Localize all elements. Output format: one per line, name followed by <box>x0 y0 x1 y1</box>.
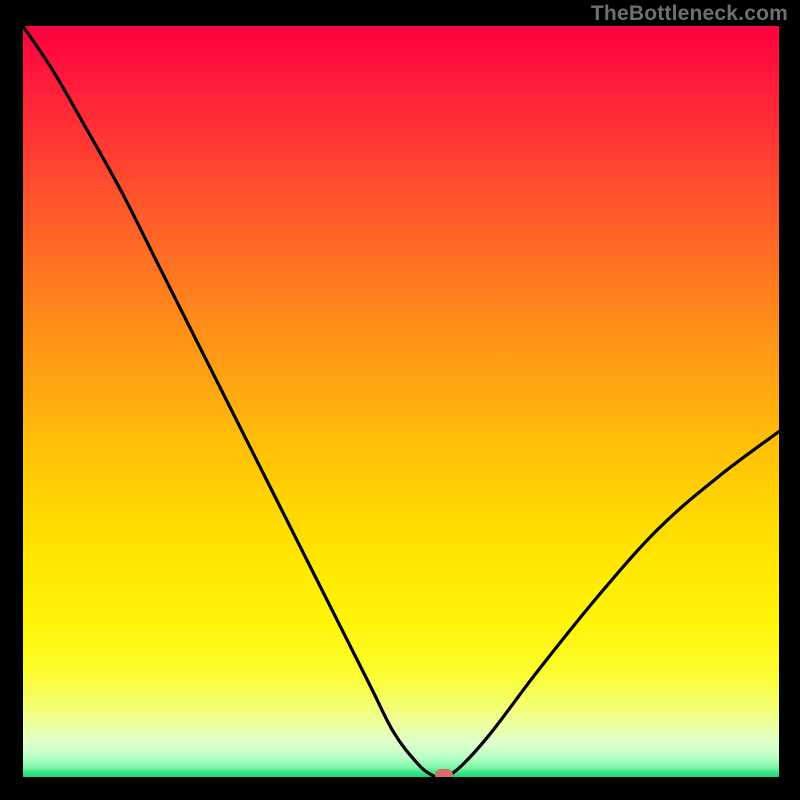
chart-frame: TheBottleneck.com <box>0 0 800 800</box>
optimal-point-marker <box>435 769 453 777</box>
bottleneck-curve <box>23 26 779 777</box>
plot-area <box>23 26 779 777</box>
watermark-label: TheBottleneck.com <box>591 2 788 26</box>
